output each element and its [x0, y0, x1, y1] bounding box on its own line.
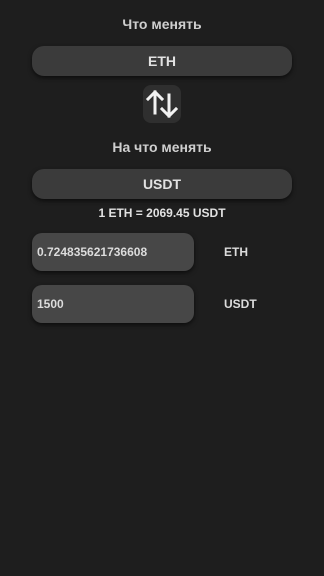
swap-button[interactable] [143, 85, 181, 123]
to-amount-currency: USDT [224, 297, 257, 311]
from-amount-input[interactable] [32, 233, 194, 271]
to-label: На что менять [112, 139, 212, 155]
from-label: Что менять [122, 16, 202, 32]
swap-vertical-arrows-icon [145, 89, 179, 119]
to-amount-input[interactable] [32, 285, 194, 323]
exchange-rate: 1 ETH = 2069.45 USDT [98, 206, 226, 220]
from-currency-select[interactable]: ETH [32, 46, 292, 76]
to-currency-select[interactable]: USDT [32, 169, 292, 199]
from-amount-currency: ETH [224, 245, 248, 259]
